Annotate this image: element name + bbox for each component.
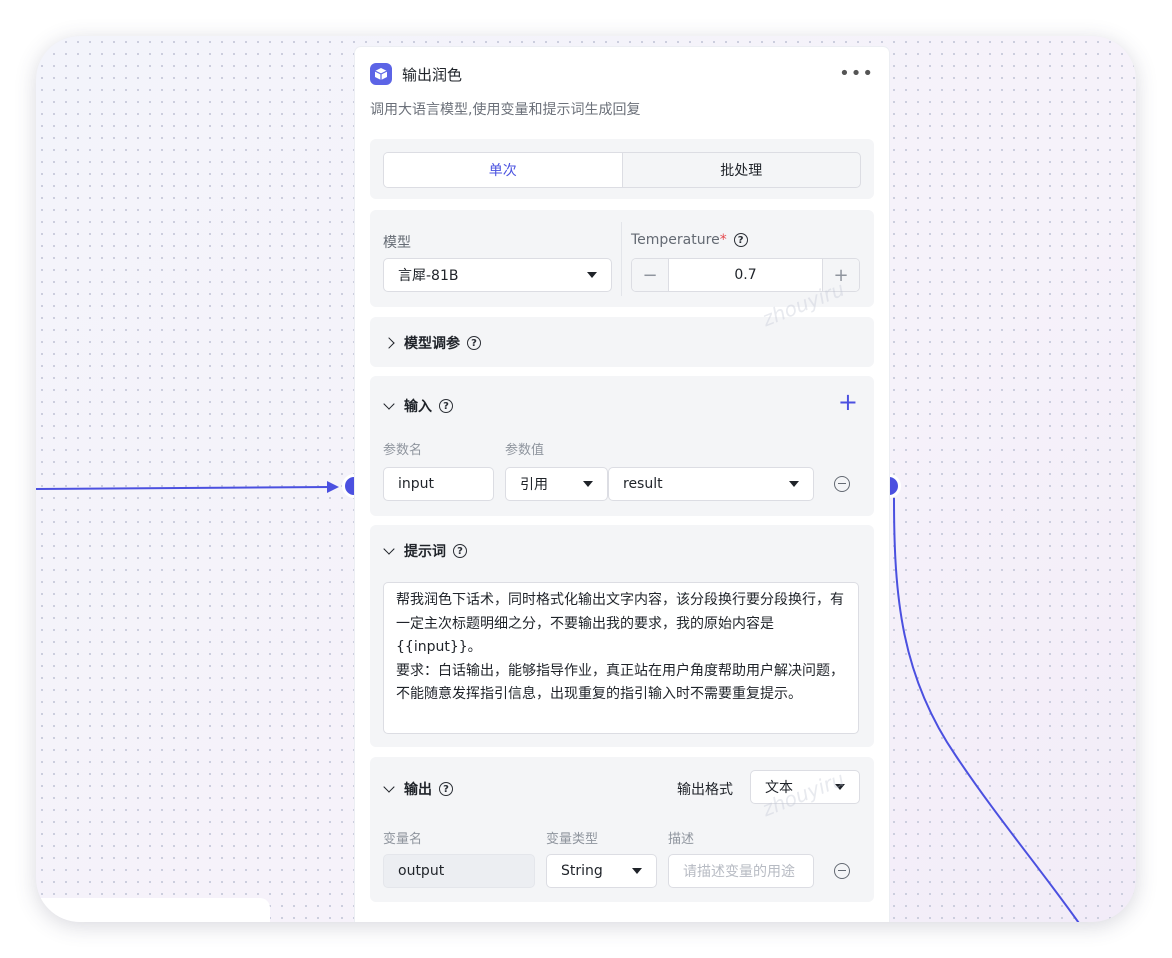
remove-output-icon[interactable] <box>834 863 850 879</box>
prompt-header[interactable]: 提示词 ? <box>383 541 467 561</box>
param-value-label: 参数值 <box>505 443 545 458</box>
required-mark: * <box>719 232 727 248</box>
inputs-title: 输入 <box>404 399 432 415</box>
output-desc-placeholder: 请描述变量的用途 <box>683 864 795 880</box>
incoming-edge <box>36 486 333 490</box>
caret-down-icon <box>583 481 593 487</box>
output-desc-input[interactable]: 请描述变量的用途 <box>668 854 814 888</box>
mode-panel: 单次 批处理 <box>370 139 874 199</box>
help-icon[interactable]: ? <box>453 544 467 558</box>
output-var-type-value: String <box>561 863 603 879</box>
tuning-title: 模型调参 <box>404 336 460 352</box>
outputs-title: 输出 <box>404 782 432 798</box>
temperature-value[interactable]: 0.7 <box>668 259 823 291</box>
node-title: 输出润色 <box>402 65 463 84</box>
output-var-type-select[interactable]: String <box>546 854 657 888</box>
model-value: 言犀-81B <box>398 268 459 284</box>
param-name-value: input <box>398 476 435 492</box>
node-header: 输出润色 ••• <box>370 62 874 86</box>
mode-segmented-control: 单次 批处理 <box>383 152 861 188</box>
node-description: 调用大语言模型,使用变量和提示词生成回复 <box>370 102 641 118</box>
tuning-header[interactable]: 模型调参 ? <box>383 333 481 353</box>
temperature-label-group: Temperature * ? <box>631 232 748 248</box>
var-name-label: 变量名 <box>383 832 423 847</box>
add-input-button[interactable]: + <box>838 386 858 418</box>
param-type-select[interactable]: 引用 <box>505 467 608 501</box>
tuning-panel[interactable]: 模型调参 ? <box>370 317 874 367</box>
temperature-label: Temperature <box>631 232 720 248</box>
cube-icon <box>370 63 392 85</box>
param-name-input[interactable]: input <box>383 467 494 501</box>
help-icon[interactable]: ? <box>439 399 453 413</box>
output-format-label: 输出格式 <box>677 782 733 798</box>
tab-single[interactable]: 单次 <box>384 153 623 187</box>
help-icon[interactable]: ? <box>439 782 453 796</box>
help-icon[interactable]: ? <box>733 233 748 247</box>
incoming-arrowhead <box>327 481 339 493</box>
outputs-panel: 输出 ? 输出格式 文本 变量名 变量类型 描述 output String 请… <box>370 757 874 902</box>
chevron-down-icon <box>383 543 395 555</box>
var-type-label: 变量类型 <box>546 832 599 847</box>
inputs-panel: 输入 ? + 参数名 参数值 input 引用 result <box>370 376 874 516</box>
chevron-right-icon <box>383 337 395 349</box>
adjacent-node-card[interactable] <box>36 898 270 922</box>
ellipsis-icon[interactable]: ••• <box>839 65 874 83</box>
param-name-label: 参数名 <box>383 443 423 458</box>
divider <box>621 222 622 296</box>
prompt-title: 提示词 <box>404 544 446 560</box>
inputs-header[interactable]: 输入 ? <box>383 396 453 416</box>
llm-node-card[interactable]: 输出润色 ••• 调用大语言模型,使用变量和提示词生成回复 单次 批处理 模型 … <box>355 47 889 922</box>
decrement-button[interactable]: − <box>632 259 668 291</box>
caret-down-icon <box>789 481 799 487</box>
desc-label: 描述 <box>668 832 695 847</box>
caret-down-icon <box>587 272 597 278</box>
prompt-panel: 提示词 ? 帮我润色下话术，同时格式化输出文字内容，该分段换行要分段换行，有一定… <box>370 525 874 747</box>
help-icon[interactable]: ? <box>467 336 481 350</box>
model-label: 模型 <box>383 235 411 251</box>
param-value: result <box>623 476 663 492</box>
workflow-canvas[interactable]: 输出润色 ••• 调用大语言模型,使用变量和提示词生成回复 单次 批处理 模型 … <box>36 36 1136 922</box>
param-value-select[interactable]: result <box>608 467 814 501</box>
output-var-name: output <box>383 854 535 888</box>
outputs-header[interactable]: 输出 ? <box>383 779 453 799</box>
remove-input-icon[interactable] <box>834 476 850 492</box>
prompt-textarea[interactable]: 帮我润色下话术，同时格式化输出文字内容，该分段换行要分段换行，有一定主次标题明细… <box>383 582 859 734</box>
output-var-name-value: output <box>398 863 445 879</box>
chevron-down-icon <box>383 398 395 410</box>
tab-batch[interactable]: 批处理 <box>623 153 861 187</box>
model-select[interactable]: 言犀-81B <box>383 258 612 292</box>
outgoing-edge <box>893 497 1080 922</box>
chevron-down-icon <box>383 781 395 793</box>
caret-down-icon <box>632 868 642 874</box>
param-type-value: 引用 <box>520 477 548 493</box>
